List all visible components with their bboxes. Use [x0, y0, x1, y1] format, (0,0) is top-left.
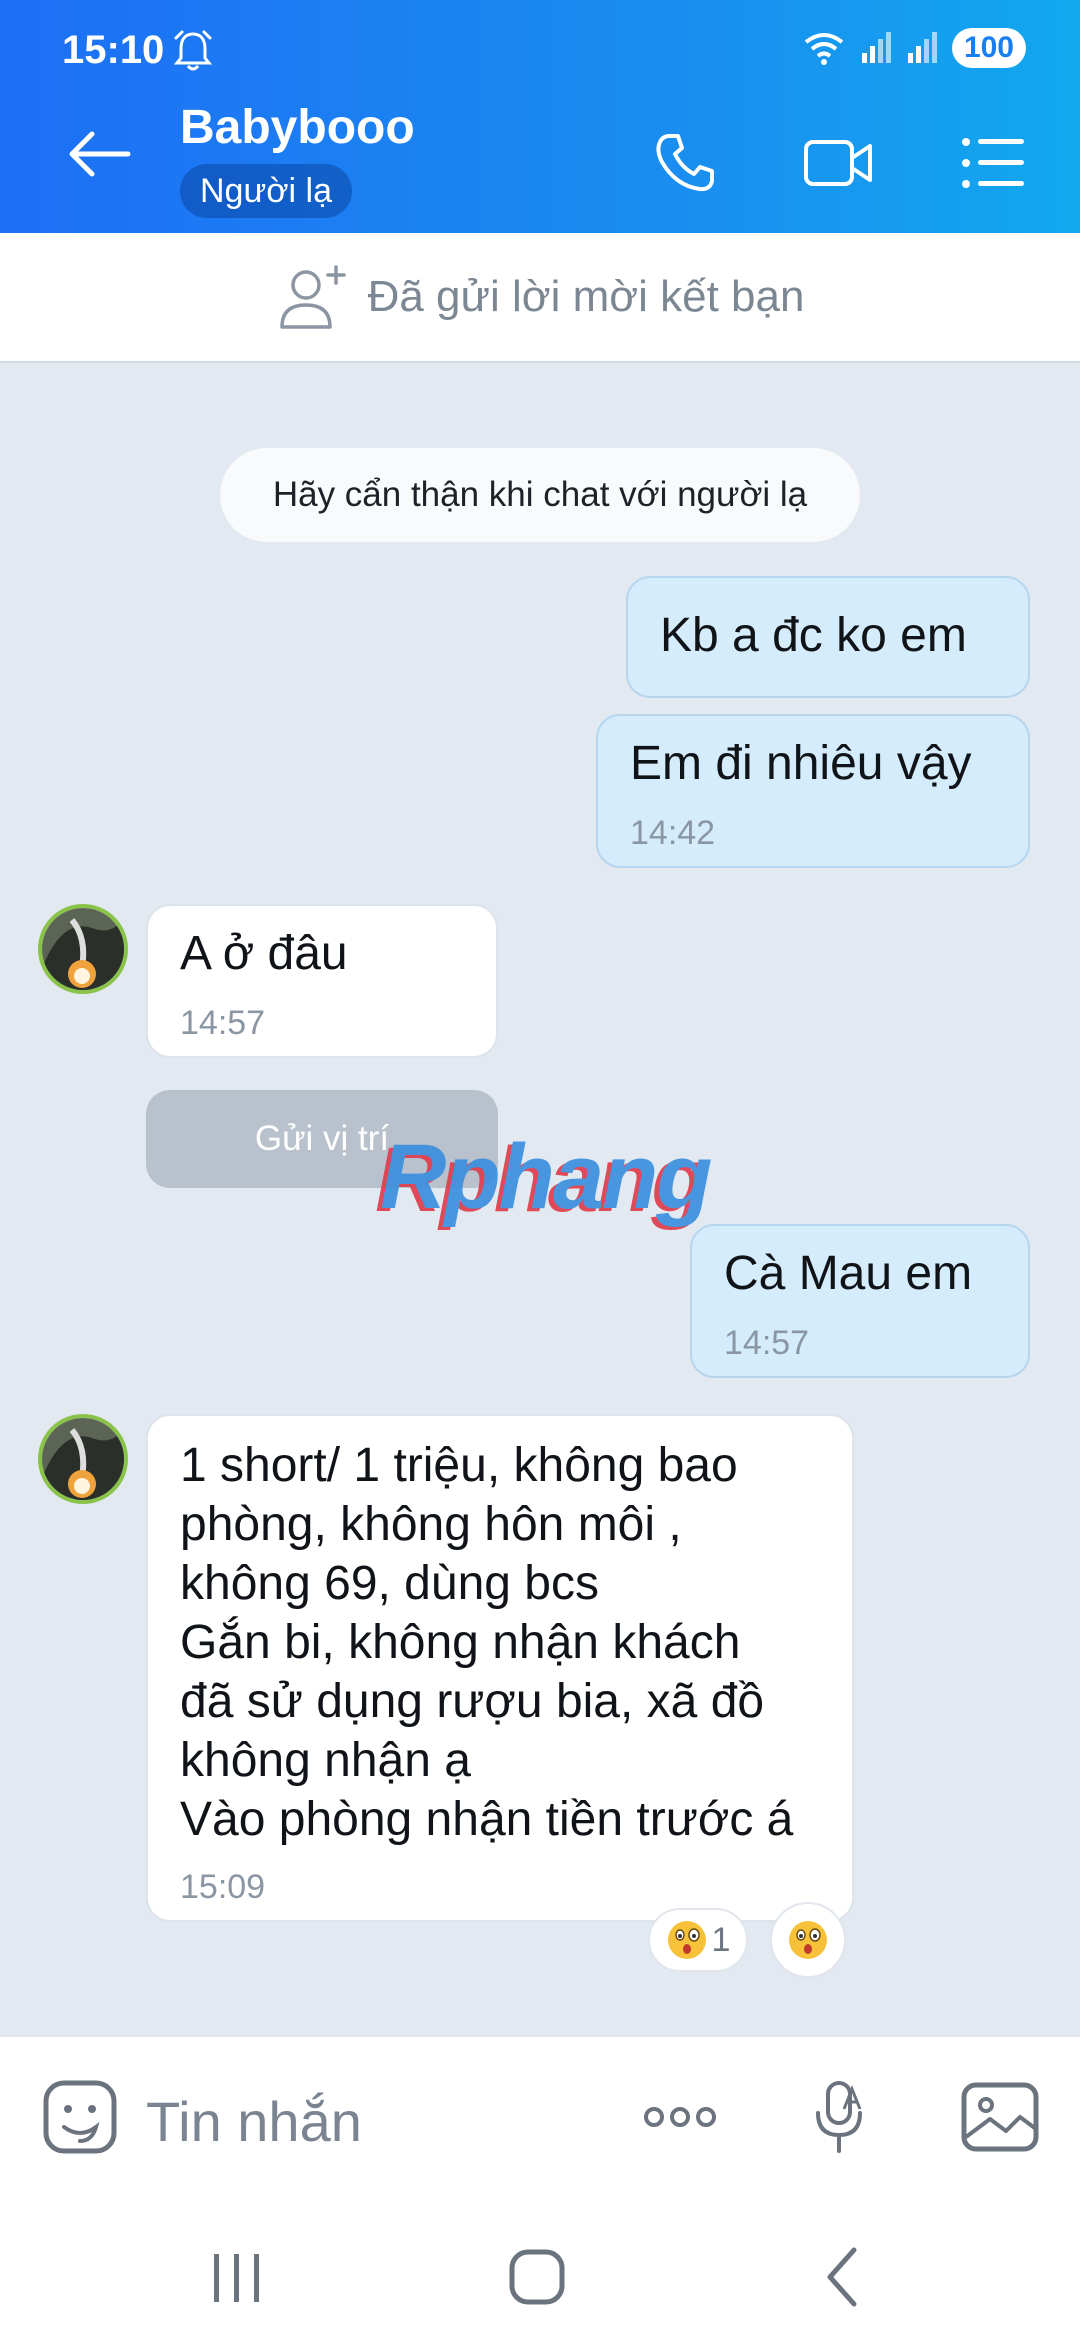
message-text: 1 short/ 1 triệu, không bao phòng, không… [180, 1439, 794, 1846]
sticker-icon[interactable] [40, 2077, 120, 2157]
message-bubble-outgoing[interactable]: Em đi nhiêu vậy 14:42 [596, 714, 1030, 868]
message-text: Cà Mau em [724, 1247, 973, 1300]
back-arrow-icon[interactable] [68, 130, 132, 178]
phone-icon[interactable] [650, 130, 722, 196]
message-bubble-outgoing[interactable]: Cà Mau em 14:57 [690, 1224, 1030, 1378]
add-friend-icon [279, 265, 346, 329]
message-bubble-incoming[interactable]: A ở đâu 14:57 [146, 904, 498, 1058]
system-nav-bar [0, 2220, 1080, 2340]
nav-back-icon[interactable] [808, 2242, 878, 2312]
surprised-emoji-icon [789, 1921, 827, 1959]
stranger-warning-notice: Hãy cẩn thận khi chat với người lạ [220, 448, 860, 542]
surprised-emoji-icon [667, 1921, 706, 1959]
status-indicators: 100 [802, 28, 1026, 68]
video-call-icon[interactable] [802, 130, 874, 196]
home-icon[interactable] [502, 2242, 572, 2312]
battery-indicator: 100 [951, 28, 1026, 68]
contact-name[interactable]: Babybooo [180, 100, 415, 155]
more-options-icon[interactable] [640, 2077, 720, 2157]
chat-header: 15:10 100 Babybooo Người lạ [0, 0, 1080, 233]
message-input-bar: Tin nhắn [0, 2035, 1080, 2222]
friend-request-text: Đã gửi lời mời kết bạn [367, 272, 805, 321]
reaction-summary[interactable]: 1 [648, 1908, 748, 1972]
reaction-count: 1 [711, 1920, 731, 1959]
recent-apps-icon[interactable] [202, 2242, 272, 2312]
stranger-badge: Người lạ [180, 164, 352, 218]
message-text: A ở đâu [180, 927, 348, 980]
avatar[interactable] [38, 1414, 128, 1504]
message-time: 14:57 [724, 1324, 810, 1362]
message-bubble-incoming[interactable]: 1 short/ 1 triệu, không bao phòng, không… [146, 1414, 854, 1922]
voice-to-text-icon[interactable] [800, 2077, 880, 2157]
avatar[interactable] [38, 904, 128, 994]
status-time: 15:10 [62, 28, 165, 72]
message-text: Kb a đc ko em [660, 609, 967, 662]
friend-request-bar[interactable]: Đã gửi lời mời kết bạn [0, 233, 1080, 363]
signal-icon-2 [907, 32, 937, 63]
signal-icon [861, 32, 891, 63]
message-input[interactable]: Tin nhắn [146, 2089, 362, 2154]
message-input-placeholder: Tin nhắn [146, 2090, 362, 2153]
message-time: 14:42 [630, 814, 716, 852]
add-reaction-button[interactable] [770, 1902, 846, 1978]
menu-list-icon[interactable] [958, 130, 1030, 196]
image-gallery-icon[interactable] [960, 2077, 1040, 2157]
wifi-icon [804, 33, 844, 65]
message-time: 15:09 [180, 1868, 266, 1906]
watermark: Rphang [380, 1126, 712, 1228]
message-bubble-outgoing[interactable]: Kb a đc ko em [626, 576, 1030, 698]
message-text: Em đi nhiêu vậy [630, 737, 972, 790]
alarm-icon [173, 30, 213, 71]
message-time: 14:57 [180, 1004, 266, 1042]
